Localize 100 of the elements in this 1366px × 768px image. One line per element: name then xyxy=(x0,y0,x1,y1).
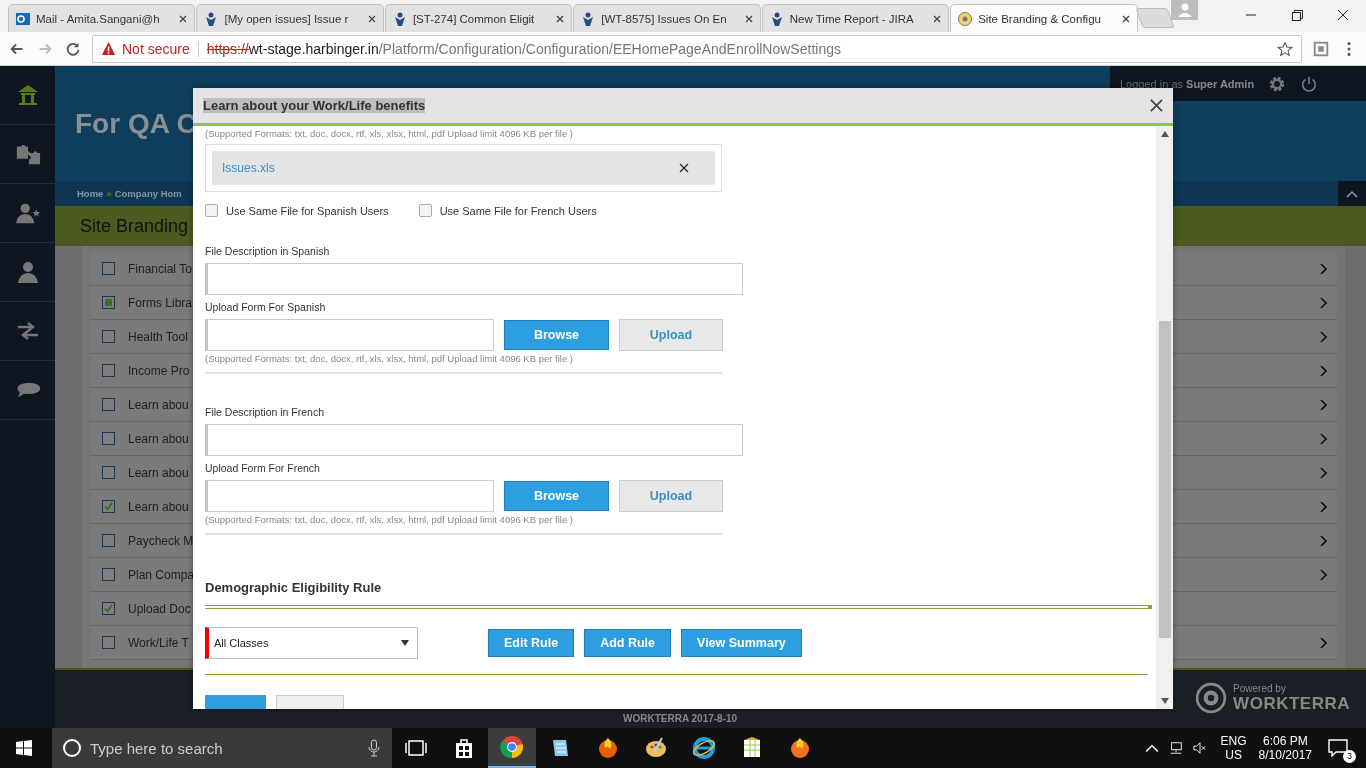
close-icon[interactable] xyxy=(1120,13,1131,24)
circle-icon xyxy=(62,738,82,758)
scrollbar[interactable] xyxy=(1156,126,1173,709)
item-label: Income Pro xyxy=(128,363,190,378)
close-icon[interactable] xyxy=(743,13,754,24)
notifications-button[interactable]: 3 xyxy=(1326,733,1356,763)
close-icon[interactable] xyxy=(679,163,689,173)
description-field[interactable] xyxy=(205,263,743,295)
chevron-icon[interactable] xyxy=(1319,636,1327,649)
extension-icon[interactable] xyxy=(1312,39,1330,58)
browser-tab[interactable]: Site Branding & Configu xyxy=(950,4,1138,32)
checkbox[interactable] xyxy=(102,534,115,547)
flame-icon xyxy=(788,736,812,760)
checkbox[interactable] xyxy=(102,262,115,275)
browser-tab[interactable]: [ST-274] Common Eligit xyxy=(384,4,573,32)
scroll-up-icon[interactable] xyxy=(1160,131,1169,137)
breadcrumb-separator: » xyxy=(106,188,112,199)
checkbox[interactable] xyxy=(418,204,432,217)
chevron-icon[interactable] xyxy=(1319,262,1327,275)
chevron-icon[interactable] xyxy=(1319,398,1327,411)
close-icon[interactable] xyxy=(366,13,377,24)
notification-count: 3 xyxy=(1343,750,1356,763)
browser-tab[interactable]: New Time Report - JIRA xyxy=(761,4,950,32)
checkbox[interactable] xyxy=(102,296,115,309)
scroll-up-button[interactable] xyxy=(1338,181,1366,206)
chevron-icon[interactable] xyxy=(1319,466,1327,479)
clock[interactable]: 6:06 PM 8/10/2017 xyxy=(1258,734,1312,762)
item-label: Financial To xyxy=(128,261,192,276)
item-label: Learn abou xyxy=(128,397,189,412)
microphone-icon[interactable] xyxy=(368,739,380,757)
url-host: wt-stage.harbinger.in xyxy=(248,40,379,57)
chevron-icon[interactable] xyxy=(1319,330,1327,343)
palette-icon xyxy=(644,736,668,760)
tab-title: Site Branding & Configu xyxy=(978,12,1102,25)
chevron-icon[interactable] xyxy=(1319,568,1327,581)
chevron-icon[interactable] xyxy=(1319,364,1327,377)
checkbox[interactable] xyxy=(102,602,115,615)
format-note: (Supported Formats: txt, doc, docx, rtf, xls, xlsx, html, pdf Upload limit 4096 KB per file ) xyxy=(205,353,574,364)
description-field[interactable] xyxy=(205,424,743,456)
language-indicator[interactable]: ENG US xyxy=(1220,734,1247,762)
class-dropdown[interactable]: All Classes xyxy=(205,627,418,659)
speaker-muted-icon[interactable] xyxy=(1192,741,1207,755)
checkbox-label: Use Same File for French Users xyxy=(439,204,597,217)
brand-name: WORKTERRA xyxy=(1233,693,1350,714)
browser-tab[interactable]: Mail - Amita.Sangani@h xyxy=(8,4,196,32)
checkbox[interactable] xyxy=(102,330,115,343)
tab-title: New Time Report - JIRA xyxy=(789,12,915,25)
speech-bubble-icon xyxy=(1328,739,1348,757)
star-icon[interactable] xyxy=(1277,40,1293,57)
power-icon[interactable] xyxy=(1300,74,1319,93)
checkbox[interactable] xyxy=(102,500,115,513)
checkbox[interactable] xyxy=(102,466,115,479)
checkbox[interactable] xyxy=(102,636,115,649)
close-icon[interactable] xyxy=(932,13,943,24)
close-icon[interactable] xyxy=(1150,99,1163,112)
close-icon[interactable] xyxy=(555,13,566,24)
item-label: Forms Libra xyxy=(128,295,192,310)
puzzle-icon xyxy=(14,142,41,166)
address-field[interactable]: Not secure https://wt-stage.harbinger.in/Platform/Configuration/Configuration/EEHomePageAndEnrollNowSettings xyxy=(92,34,1302,63)
item-label: Plan Compa xyxy=(128,567,195,582)
checkbox[interactable] xyxy=(102,432,115,445)
field-label: File Description in Spanish xyxy=(205,245,331,257)
breadcrumb-link[interactable]: Company Hom xyxy=(114,188,182,199)
chevron-icon[interactable] xyxy=(1319,534,1327,547)
checkbox-label: Use Same File for Spanish Users xyxy=(226,204,389,217)
field-label: File Description in French xyxy=(205,406,326,418)
windows-start-icon[interactable] xyxy=(16,740,32,756)
dialog-title: Learn about your Work/Life benefits xyxy=(203,98,426,113)
chevron-icon[interactable] xyxy=(1319,500,1327,513)
checkbox[interactable] xyxy=(102,398,115,411)
taskbar-app[interactable] xyxy=(488,728,536,768)
breadcrumb-link[interactable]: Home xyxy=(77,188,104,199)
search-field[interactable]: Type here to search xyxy=(52,728,392,768)
chevron-icon[interactable] xyxy=(1319,296,1327,309)
checkbox[interactable] xyxy=(102,364,115,377)
chevron-icon[interactable] xyxy=(1319,432,1327,445)
section-title: Demographic Eligibility Rule xyxy=(205,580,383,595)
checkbox[interactable] xyxy=(102,568,115,581)
checkbox[interactable] xyxy=(205,204,218,217)
footer-text: WORKTERRA 2017-8-10 xyxy=(623,713,738,724)
item-label: Upload Doc xyxy=(128,601,191,616)
format-note: (Supported Formats: txt, doc, docx, rtf, xls, xlsx, html, pdf Upload limit 4096 KB per file ) xyxy=(205,514,574,525)
item-label: Paycheck M xyxy=(128,533,194,548)
tab-title: [ST-274] Common Eligit xyxy=(412,12,536,25)
browser-icon xyxy=(500,735,524,759)
format-note: (Supported Formats: txt, doc, docx, rtf, xls, xlsx, html, pdf Upload limit 4096 KB per file ) xyxy=(205,128,574,139)
close-icon[interactable] xyxy=(178,13,189,24)
security-label: Not secure xyxy=(122,40,190,57)
file-path-field[interactable] xyxy=(205,480,494,512)
scroll-down-icon[interactable] xyxy=(1160,698,1169,704)
url-path: /Platform/Configuration/Configuration/EEHomePageAndEnrollNowSettings xyxy=(378,40,841,57)
browser-tab[interactable]: [My open issues] Issue r xyxy=(196,4,384,32)
tab-title: [My open issues] Issue r xyxy=(224,12,350,25)
warning-icon xyxy=(101,41,116,56)
field-label: Upload Form For French xyxy=(205,462,321,474)
browser-tab[interactable]: [WT-8575] Issues On En xyxy=(573,4,761,32)
settings-icon[interactable] xyxy=(1268,74,1287,93)
file-path-field[interactable] xyxy=(205,319,494,351)
network-icon[interactable] xyxy=(1168,741,1183,755)
mail-icon xyxy=(15,10,31,27)
